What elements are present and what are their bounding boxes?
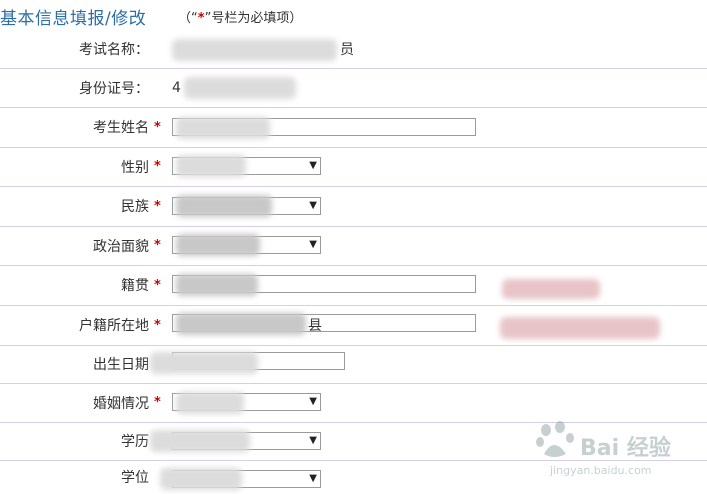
redacted-native-place-hint: [502, 279, 600, 299]
page-title: 基本信息填报/修改: [0, 9, 147, 29]
redacted-birth-date: [150, 352, 258, 374]
required-star-icon: *: [154, 198, 161, 214]
redacted-id-number: [184, 77, 296, 99]
chevron-down-icon: ▼: [309, 239, 317, 250]
form-row-native-place: 籍贯 *: [0, 265, 707, 306]
redacted-gender: [176, 155, 246, 177]
redacted-political-status: [176, 234, 260, 256]
redacted-household-hint: [500, 317, 660, 339]
id-number-label: 身份证号：: [79, 80, 149, 97]
redacted-native-place: [176, 274, 258, 296]
chevron-down-icon: ▼: [309, 160, 317, 171]
political-status-label: 政治面貌: [93, 238, 149, 255]
gender-label: 性别: [121, 159, 149, 176]
native-place-label: 籍贯: [121, 278, 149, 294]
form-row-household-registration: 户籍所在地 * 县: [0, 305, 707, 346]
id-number-prefix: 4: [172, 79, 181, 96]
form-header: 基本信息填报/修改 （“*”号栏为必填项）: [0, 0, 707, 30]
form-row-ethnicity: 民族 * ▼: [0, 186, 707, 227]
form-row-exam-name: 考试名称： 员: [0, 30, 707, 69]
required-star-icon: *: [154, 317, 161, 333]
form-row-political-status: 政治面貌 * ▼: [0, 226, 707, 266]
redacted-degree: [160, 468, 242, 490]
required-star-icon: *: [154, 395, 161, 410]
required-star-icon: *: [154, 159, 161, 174]
redacted-ethnicity: [176, 195, 272, 217]
watermark-brand: Bai 经验: [580, 436, 671, 461]
required-star-icon: *: [154, 119, 161, 135]
chevron-down-icon: ▼: [309, 435, 317, 446]
paw-logo-icon: [536, 421, 574, 457]
degree-label: 学位: [121, 470, 149, 486]
form-row-name: 考生姓名 *: [0, 107, 707, 148]
form-row-id-number: 身份证号： 4: [0, 68, 707, 108]
baidu-jingyan-watermark: Bai 经验 jingyan.baidu.com: [532, 412, 702, 482]
exam-name-label: 考试名称：: [79, 42, 149, 58]
watermark-url: jingyan.baidu.com: [550, 464, 652, 477]
redacted-exam-name: [172, 39, 337, 61]
exam-name-suffix: 员: [340, 42, 354, 58]
form-row-gender: 性别 * ▼: [0, 147, 707, 187]
required-star-icon: *: [154, 277, 161, 293]
ethnicity-label: 民族: [121, 199, 149, 215]
required-star-icon: *: [197, 11, 205, 26]
education-label: 学历: [121, 434, 149, 450]
redacted-education: [150, 430, 250, 452]
redacted-name: [176, 117, 270, 139]
chevron-down-icon: ▼: [309, 396, 317, 407]
chevron-down-icon: ▼: [309, 473, 317, 484]
chevron-down-icon: ▼: [309, 200, 317, 211]
redacted-household-registration: [176, 313, 306, 335]
redacted-marital-status: [176, 392, 244, 414]
required-star-icon: *: [154, 238, 161, 253]
required-note: （“*”号栏为必填项）: [178, 11, 303, 26]
household-registration-label: 户籍所在地: [79, 318, 149, 334]
marital-status-label: 婚姻情况: [93, 395, 149, 412]
form-row-birth-date: 出生日期: [0, 345, 707, 384]
household-registration-suffix: 县: [308, 318, 322, 334]
name-label: 考生姓名: [93, 120, 149, 136]
birth-date-label: 出生日期: [93, 357, 149, 373]
